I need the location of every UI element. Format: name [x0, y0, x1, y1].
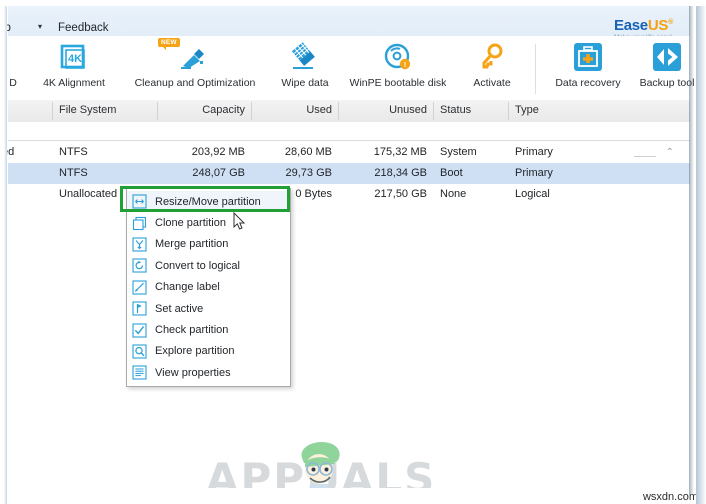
column-header-type[interactable]: Type	[515, 104, 539, 122]
table-spacer-row: ⌃	[8, 122, 690, 158]
cell-capacity: 203,92 MB	[191, 146, 245, 158]
cell-unused: 218,34 GB	[374, 167, 427, 179]
toolbar-label-wipe-data: Wipe data	[281, 77, 329, 89]
context-menu-label: View properties	[155, 366, 231, 379]
toolbar-label-winpe-bootable-disk: WinPE bootable disk	[349, 77, 447, 89]
svg-text:4K: 4K	[68, 53, 82, 65]
toolbar-item-winpe-bootable-disk[interactable]: ! WinPE bootable disk	[340, 40, 456, 98]
winpe-disc-icon: !	[340, 40, 456, 74]
toolbar-item-data-recovery[interactable]: Data recovery	[547, 40, 629, 98]
mouse-cursor-icon	[233, 211, 247, 232]
context-menu-label: Merge partition	[155, 238, 229, 251]
column-divider	[433, 102, 434, 120]
chevron-down-icon[interactable]: ▾	[38, 22, 42, 31]
registered-mark-icon: ®	[668, 19, 673, 26]
wipe-data-icon	[270, 40, 340, 74]
context-menu-label: Change label	[155, 281, 220, 294]
toolbar-item-cleanup-optimization[interactable]: NEW Cleanup and Optimization	[120, 38, 270, 98]
svg-text:!: !	[404, 62, 406, 69]
context-menu-label: Set active	[155, 302, 204, 315]
cell-status: None	[440, 188, 467, 200]
window-edge-right	[696, 0, 706, 504]
key-icon	[456, 40, 528, 74]
merge-arrow-icon	[131, 236, 148, 253]
toolbar-item-4k-alignment[interactable]: 4K 4K Alignment	[28, 40, 120, 98]
cell-file-system: Unallocated	[59, 188, 118, 200]
context-menu-item-convert-to-logical[interactable]: Convert to logical	[127, 255, 290, 276]
easeus-partition-master-window: lp ▾ Feedback EaseUS® Make your life eas…	[0, 0, 706, 504]
clone-squares-icon	[131, 215, 148, 232]
context-menu-label: Clone partition	[155, 217, 226, 230]
toolbar-label-data-recovery: Data recovery	[555, 77, 621, 89]
window-edge-shadow	[689, 4, 694, 494]
brand-name-ease: Ease	[614, 17, 648, 34]
cell-used: 28,60 MB	[284, 146, 332, 158]
context-menu-item-merge-partition[interactable]: Merge partition	[127, 234, 290, 255]
convert-refresh-icon	[131, 257, 148, 274]
checkmark-icon	[131, 322, 148, 339]
table-header-row: File System Capacity Used Unused Status …	[8, 100, 690, 123]
context-menu-item-set-active[interactable]: Set active	[127, 298, 290, 319]
resize-arrows-icon	[131, 193, 148, 210]
cell-used: 29,73 GB	[285, 167, 332, 179]
toolbar-item-activate[interactable]: Activate	[456, 40, 528, 98]
flag-icon	[131, 300, 148, 317]
cleanup-broom-icon: NEW	[120, 38, 270, 74]
menu-item-feedback[interactable]: Feedback	[58, 22, 109, 34]
window-edge-left	[0, 0, 7, 504]
toolbar: D 4K 4K Alignment NEW Cleanup and Optimi…	[8, 36, 694, 101]
partition-context-menu: Resize/Move partition Clone partition Me…	[126, 188, 291, 387]
cell-unused: 175,32 MB	[373, 146, 427, 158]
partition-table: File System Capacity Used Unused Status …	[2, 100, 690, 240]
magnifier-icon	[131, 343, 148, 360]
column-header-unused[interactable]: Unused	[338, 104, 427, 122]
column-header-used[interactable]: Used	[251, 104, 332, 122]
context-menu-item-view-properties[interactable]: View properties	[127, 362, 290, 383]
cell-file-system: NTFS	[59, 146, 88, 158]
toolbar-divider	[535, 44, 536, 94]
context-menu-label: Resize/Move partition	[155, 195, 261, 208]
cell-status: System	[440, 146, 477, 158]
table-row-selected[interactable]: NTFS 248,07 GB 29,73 GB 218,34 GB Boot P…	[8, 163, 690, 184]
table-row[interactable]: Unallocated 217,50 GB 0 Bytes 217,50 GB …	[8, 184, 690, 205]
first-aid-kit-icon	[547, 40, 629, 74]
toolbar-label-cleanup-optimization: Cleanup and Optimization	[134, 77, 256, 89]
context-menu-label: Convert to logical	[155, 259, 240, 272]
context-menu-item-change-label[interactable]: Change label	[127, 277, 290, 298]
context-menu-item-check-partition[interactable]: Check partition	[127, 319, 290, 340]
new-badge: NEW	[158, 38, 180, 50]
context-menu-item-explore-partition[interactable]: Explore partition	[127, 341, 290, 362]
cell-unused: 217,50 GB	[374, 188, 427, 200]
brand-name-us: US	[647, 17, 669, 34]
context-menu-item-clone-partition[interactable]: Clone partition	[127, 212, 290, 233]
cell-type: Primary	[515, 146, 553, 158]
document-lines-icon	[131, 364, 148, 381]
bottom-bar: wsxdn.com	[0, 488, 706, 504]
cell-type: Logical	[515, 188, 550, 200]
column-divider	[52, 102, 53, 120]
menu-bar: lp ▾ Feedback EaseUS® Make your life eas…	[2, 6, 690, 41]
4k-alignment-icon: 4K	[28, 40, 120, 74]
cell-type: Primary	[515, 167, 553, 179]
pencil-icon	[131, 279, 148, 296]
cell-capacity: 248,07 GB	[192, 167, 245, 179]
column-divider	[508, 102, 509, 120]
toolbar-item-wipe-data[interactable]: Wipe data	[270, 40, 340, 98]
column-header-status[interactable]: Status	[440, 104, 471, 122]
context-menu-label: Check partition	[155, 324, 229, 337]
column-header-capacity[interactable]: Capacity	[157, 104, 245, 122]
cell-file-system: NTFS	[59, 167, 88, 179]
context-menu-item-resize-move-partition[interactable]: Resize/Move partition	[127, 191, 290, 213]
column-header-file-system[interactable]: File System	[59, 104, 116, 122]
window-edge-top	[0, 0, 706, 6]
toolbar-label-activate: Activate	[473, 77, 511, 89]
table-row[interactable]: ed NTFS 203,92 MB 28,60 MB 175,32 MB Sys…	[2, 142, 690, 163]
toolbar-label-4k-alignment: 4K Alignment	[43, 77, 105, 89]
context-menu-label: Explore partition	[155, 345, 235, 358]
cell-status: Boot	[440, 167, 463, 179]
